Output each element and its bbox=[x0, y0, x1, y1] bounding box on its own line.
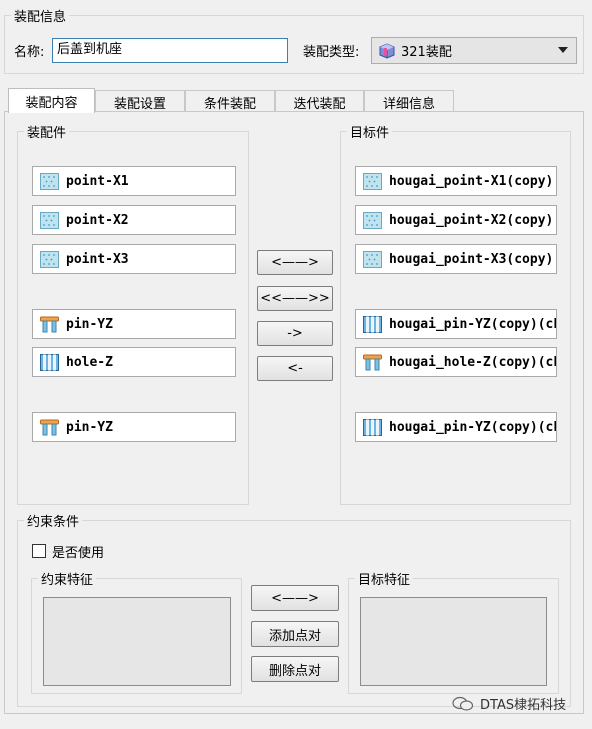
point-icon bbox=[40, 172, 66, 190]
assembly-part-item[interactable]: point-X1 bbox=[32, 166, 236, 196]
watermark: DTAS棣拓科技 bbox=[452, 694, 566, 713]
target-part-item[interactable]: hougai_pin-YZ(copy)(ch bbox=[355, 309, 557, 339]
assembly-type-icon bbox=[379, 42, 395, 59]
assembly-part-item-label: pin-YZ bbox=[66, 419, 113, 435]
hole-icon bbox=[363, 418, 389, 436]
assembly-part-item[interactable]: point-X3 bbox=[32, 244, 236, 274]
tab-assembly-content[interactable]: 装配内容 bbox=[8, 88, 95, 113]
assembly-part-item[interactable]: pin-YZ bbox=[32, 309, 236, 339]
target-parts-title: 目标件 bbox=[350, 126, 390, 141]
assembly-part-item-label: pin-YZ bbox=[66, 316, 113, 332]
swap-button[interactable]: <——> bbox=[257, 250, 333, 275]
point-icon bbox=[363, 211, 389, 229]
target-part-item-label: hougai_pin-YZ(copy)(ch bbox=[389, 316, 557, 332]
assembly-part-item[interactable]: pin-YZ bbox=[32, 412, 236, 442]
constraint-swap-button[interactable]: <——> bbox=[251, 585, 339, 611]
assembly-parts-title: 装配件 bbox=[27, 126, 67, 141]
target-part-item[interactable]: hougai_point-X1(copy) bbox=[355, 166, 557, 196]
assembly-part-item-label: hole-Z bbox=[66, 354, 113, 370]
tab-conditional-assembly[interactable]: 条件装配 bbox=[185, 90, 275, 113]
watermark-text: DTAS棣拓科技 bbox=[480, 698, 567, 713]
name-label: 名称: bbox=[14, 45, 45, 60]
tab-assembly-settings[interactable]: 装配设置 bbox=[95, 90, 185, 113]
tab-details[interactable]: 详细信息 bbox=[364, 90, 454, 113]
pin-icon bbox=[40, 316, 66, 333]
target-features-list[interactable] bbox=[360, 597, 547, 686]
move-left-button[interactable]: <- bbox=[257, 356, 333, 381]
tab-iterative-assembly[interactable]: 迭代装配 bbox=[275, 90, 364, 113]
target-features-title: 目标特征 bbox=[358, 573, 411, 588]
target-part-item-label: hougai_point-X3(copy) bbox=[389, 251, 554, 267]
point-icon bbox=[40, 250, 66, 268]
target-part-item[interactable]: hougai_pin-YZ(copy)(ch bbox=[355, 412, 557, 442]
pin-icon bbox=[363, 354, 389, 371]
target-part-item-label: hougai_hole-Z(copy)(ch bbox=[389, 354, 557, 370]
add-pair-button[interactable]: 添加点对 bbox=[251, 621, 339, 647]
delete-pair-button[interactable]: 删除点对 bbox=[251, 656, 339, 682]
point-icon bbox=[363, 172, 389, 190]
assembly-type-label: 装配类型: bbox=[303, 45, 360, 60]
assembly-type-select[interactable]: 321装配 bbox=[371, 37, 577, 64]
target-part-item[interactable]: hougai_hole-Z(copy)(ch bbox=[355, 347, 557, 377]
assembly-part-item[interactable]: point-X2 bbox=[32, 205, 236, 235]
target-part-item-label: hougai_pin-YZ(copy)(ch bbox=[389, 419, 557, 435]
chevron-down-icon bbox=[558, 47, 568, 53]
point-icon bbox=[363, 250, 389, 268]
use-constraints-checkbox[interactable] bbox=[32, 544, 46, 558]
constraint-features-title: 约束特征 bbox=[41, 573, 94, 588]
target-part-item-label: hougai_point-X1(copy) bbox=[389, 173, 554, 189]
move-right-button[interactable]: -> bbox=[257, 321, 333, 346]
assembly-part-item-label: point-X3 bbox=[66, 251, 129, 267]
target-part-item[interactable]: hougai_point-X3(copy) bbox=[355, 244, 557, 274]
assembly-info-title: 装配信息 bbox=[14, 10, 67, 25]
use-constraints-label: 是否使用 bbox=[52, 546, 105, 561]
assembly-type-value: 321装配 bbox=[401, 45, 452, 60]
hole-icon bbox=[40, 353, 66, 371]
swap-all-button[interactable]: <<——>> bbox=[257, 286, 333, 311]
wechat-icon bbox=[452, 696, 474, 711]
assembly-part-item-label: point-X2 bbox=[66, 212, 129, 228]
assembly-part-item-label: point-X1 bbox=[66, 173, 129, 189]
assembly-part-item[interactable]: hole-Z bbox=[32, 347, 236, 377]
point-icon bbox=[40, 211, 66, 229]
target-part-item[interactable]: hougai_point-X2(copy) bbox=[355, 205, 557, 235]
pin-icon bbox=[40, 419, 66, 436]
name-input[interactable]: 后盖到机座 bbox=[52, 38, 288, 63]
target-part-item-label: hougai_point-X2(copy) bbox=[389, 212, 554, 228]
constraint-features-list[interactable] bbox=[43, 597, 231, 686]
constraints-title: 约束条件 bbox=[27, 515, 80, 530]
hole-icon bbox=[363, 315, 389, 333]
